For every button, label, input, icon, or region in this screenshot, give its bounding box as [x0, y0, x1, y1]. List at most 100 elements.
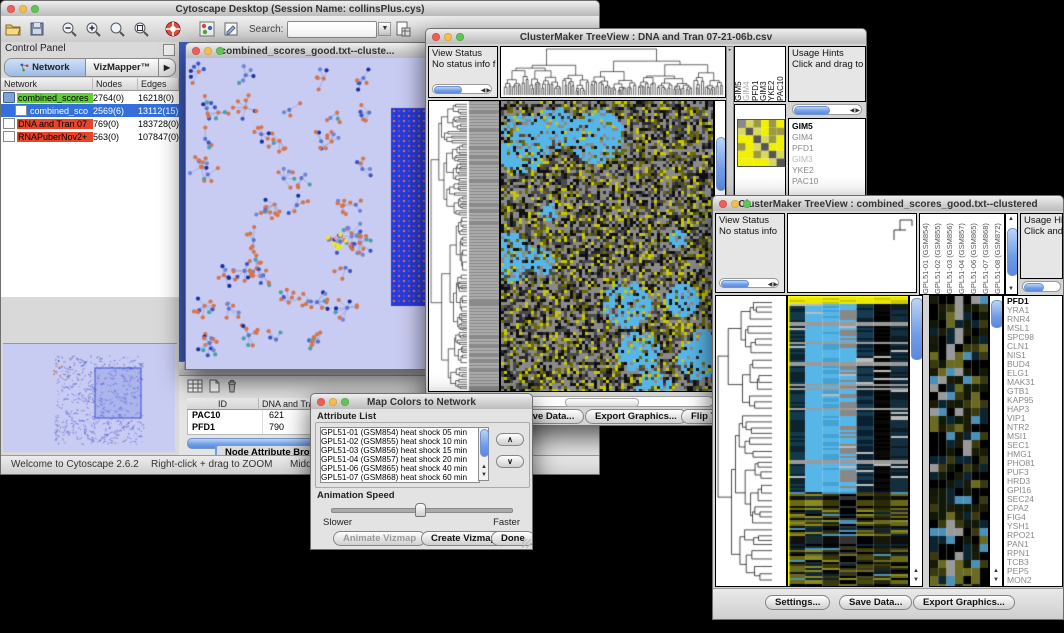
network-list-row[interactable]: combined_sco2569(6)13112(15)	[1, 104, 179, 117]
gene-label[interactable]: PAC10	[792, 176, 865, 187]
gene-label[interactable]: PFD1	[792, 143, 865, 154]
minimize-icon[interactable]	[731, 200, 739, 208]
attribute-browser-icon[interactable]	[394, 20, 412, 38]
zoom-window-icon[interactable]	[341, 398, 349, 406]
tv1-column-dendrogram[interactable]	[500, 46, 726, 98]
tv1-heatmap-panel	[500, 100, 714, 392]
node-count: 563(0)	[93, 132, 138, 142]
tab-vizmapper[interactable]: VizMapper™	[86, 59, 159, 76]
birdseye-panel[interactable]	[3, 343, 177, 454]
help-ring-icon[interactable]	[164, 20, 182, 38]
network-list-row[interactable]: DNA and Tran 07769(0)183728(0)	[1, 117, 179, 130]
network-canvas[interactable]	[186, 58, 429, 368]
main-window-title: Cytoscape Desktop (Session Name: collins…	[1, 4, 599, 15]
status-hint-zoom: Right-click + drag to ZOOM	[151, 459, 272, 470]
close-icon[interactable]	[432, 33, 440, 41]
tv2-column-dendrogram[interactable]	[787, 213, 917, 293]
attribute-list-scrollbar[interactable]: ▲ ▼	[478, 427, 489, 481]
tab-network[interactable]: Network	[5, 59, 86, 76]
attribute-table-icon[interactable]	[187, 379, 203, 393]
tv2-settings-button[interactable]: Settings...	[765, 595, 830, 610]
gene-label[interactable]: MON2	[1007, 576, 1062, 585]
animate-vizmap-button[interactable]: Animate Vizmap	[333, 531, 426, 546]
edge-count: 13112(15)	[138, 106, 179, 116]
network-name: combined_sco	[29, 106, 93, 116]
network-list-row[interactable]: combined_scores2764(0)16218(0)	[1, 91, 179, 104]
move-down-button[interactable]: ∨	[496, 455, 524, 468]
row-value: 621	[263, 410, 284, 422]
move-up-button[interactable]: ∧	[496, 433, 524, 446]
treeview1-title: ClusterMaker TreeView : DNA and Tran 07-…	[426, 32, 866, 43]
speed-slider-thumb[interactable]	[415, 503, 426, 517]
gene-label[interactable]: GIM3	[792, 154, 865, 165]
gene-label[interactable]: GIM4	[792, 132, 865, 143]
zoom-window-icon[interactable]	[456, 33, 464, 41]
zoom-window-icon[interactable]	[216, 47, 224, 55]
gene-label[interactable]: YKE2	[792, 165, 865, 176]
doc-icon	[15, 105, 27, 116]
gene-label[interactable]: GIM5	[792, 121, 865, 132]
zoom-in-icon[interactable]	[84, 20, 102, 38]
attribute-listbox[interactable]: GPL51-01 (GSM854) heat shock 05 minGPL51…	[320, 427, 480, 483]
attribute-item[interactable]: GPL51-03 (GSM856) heat shock 15 min	[321, 446, 479, 455]
minimize-icon[interactable]	[204, 47, 212, 55]
annotation-icon[interactable]	[222, 20, 240, 38]
search-input[interactable]	[287, 21, 377, 38]
resize-grip[interactable]	[522, 539, 531, 548]
edge-count: 183728(0)	[138, 119, 179, 129]
row-id: PFD1	[188, 422, 263, 434]
tv2-button-bar: Settings... Save Data... Export Graphics…	[713, 588, 1063, 619]
attribute-item[interactable]: GPL51-01 (GSM854) heat shock 05 min	[321, 428, 479, 437]
tv2-export-graphics-button[interactable]: Export Graphics...	[913, 595, 1015, 610]
zoom-out-icon[interactable]	[60, 20, 78, 38]
tv2-heatmap[interactable]	[788, 296, 908, 586]
tv2-save-data-button[interactable]: Save Data...	[839, 595, 912, 610]
tv1-heatmap[interactable]	[501, 101, 713, 391]
tv2-hints-scrollbar[interactable]	[1022, 281, 1061, 292]
tv2-gene-list[interactable]: PFD1YRA1RNR4MSL1SPC98CLN1NIS1BUD4ELG1MAK…	[1003, 295, 1063, 587]
zoom-fit-icon[interactable]	[132, 20, 150, 38]
attribute-item[interactable]: GPL51-02 (GSM855) heat shock 10 min	[321, 437, 479, 446]
close-icon[interactable]	[7, 5, 15, 13]
minimize-icon[interactable]	[444, 33, 452, 41]
open-file-icon[interactable]	[4, 20, 22, 38]
close-icon[interactable]	[317, 398, 325, 406]
tv1-row-dendrogram[interactable]	[428, 100, 500, 392]
tv1-splitter[interactable]: ▸	[726, 46, 734, 219]
tv2-genes-vscrollbar[interactable]: ▲ ▼	[989, 295, 1003, 587]
minimize-icon[interactable]	[19, 5, 27, 13]
tv1-hints-scrollbar[interactable]: ◀▶	[792, 104, 862, 115]
new-attribute-icon[interactable]	[207, 379, 221, 393]
control-panel-tabs: Network VizMapper™ ▶	[4, 58, 176, 77]
tv1-zoom-heatmap[interactable]	[737, 119, 785, 167]
close-icon[interactable]	[719, 200, 727, 208]
network-list-row[interactable]: RNAPuberNov2+563(0)107847(0)	[1, 130, 179, 143]
zoom-window-icon[interactable]	[31, 5, 39, 13]
minimize-icon[interactable]	[329, 398, 337, 406]
zoom-window-icon[interactable]	[743, 200, 751, 208]
tv2-row-dendrogram[interactable]	[715, 295, 787, 587]
attribute-item[interactable]: GPL51-07 (GSM868) heat shock 60 min	[321, 473, 479, 482]
float-panel-icon[interactable]	[163, 44, 175, 56]
tv1-export-graphics-button[interactable]: Export Graphics...	[585, 409, 687, 424]
tv2-vscrollbar[interactable]: ▲ ▼	[909, 295, 923, 587]
birdseye-canvas[interactable]	[3, 344, 175, 452]
attribute-item[interactable]: GPL51-06 (GSM865) heat shock 40 min	[321, 464, 479, 473]
tv1-column-labels[interactable]: GIM5GIM4PFD1GIM3YKE2PAC10	[734, 46, 786, 102]
vizmap-icon[interactable]	[198, 20, 216, 38]
tabs-overflow-icon[interactable]: ▶	[159, 59, 175, 76]
delete-attribute-icon[interactable]	[225, 379, 239, 393]
tv2-status-scrollbar[interactable]: ◀▶	[719, 278, 779, 288]
tv2-labels-vscrollbar[interactable]: ▲ ▼	[1005, 213, 1018, 295]
save-icon[interactable]	[28, 20, 46, 38]
tv2-zoom-heatmap[interactable]	[930, 296, 988, 586]
zoom-selected-icon[interactable]	[108, 20, 126, 38]
tv1-status-scrollbar[interactable]: ◀▶	[432, 84, 492, 94]
node-count: 769(0)	[93, 119, 138, 129]
tv2-column-labels[interactable]: GPL51-01 (GSM854)GPL51-02 (GSM855)GPL51-…	[919, 213, 1005, 295]
search-dropdown-icon[interactable]: ▼	[378, 22, 391, 36]
window-controls[interactable]	[1, 5, 45, 13]
close-icon[interactable]	[192, 47, 200, 55]
network-name: combined_scores	[17, 93, 93, 103]
attribute-item[interactable]: GPL51-04 (GSM857) heat shock 20 min	[321, 455, 479, 464]
